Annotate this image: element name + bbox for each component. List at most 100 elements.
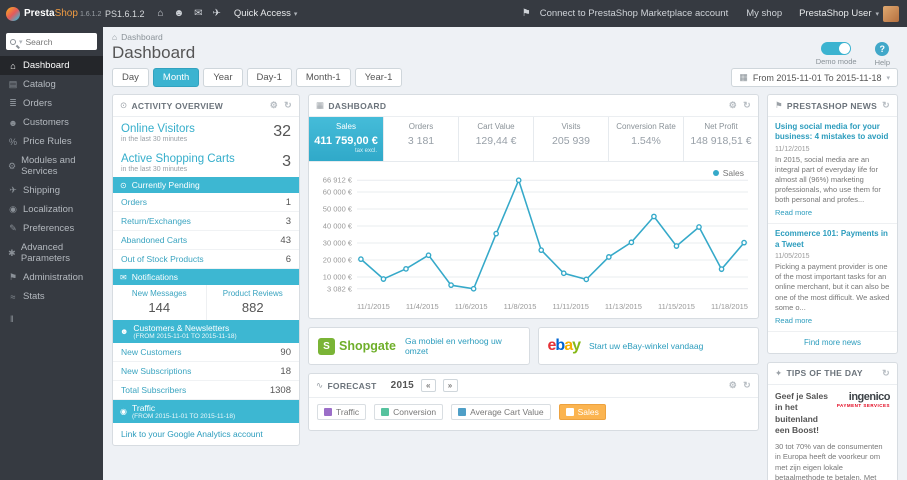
kpi-visits[interactable]: Visits 205 939 xyxy=(534,117,609,161)
sidebar-item-administration[interactable]: ⚑ Administration xyxy=(0,268,103,287)
metric-average-cart-value[interactable]: Average Cart Value xyxy=(451,404,551,420)
user-menu[interactable]: PrestaShop User ▾ xyxy=(799,5,899,22)
refresh-icon[interactable]: ↻ xyxy=(882,100,890,111)
y-tick: 40 000 € xyxy=(322,221,352,231)
sidebar-item-stats[interactable]: ≈ Stats xyxy=(0,287,103,306)
product-reviews-cell[interactable]: Product Reviews 882 xyxy=(205,285,300,320)
metric-sales[interactable]: Sales xyxy=(558,404,606,420)
home-icon: ⌂ xyxy=(10,60,16,71)
shopgate-logo: S Shopgate xyxy=(318,337,396,355)
kpi-net-profit[interactable]: Net Profit 148 918,51 € xyxy=(684,117,758,161)
ebay-module[interactable]: ebay Start uw eBay-winkel vandaag xyxy=(537,327,759,365)
marketplace-link[interactable]: ⚑ Connect to PrestaShop Marketplace acco… xyxy=(517,8,729,19)
sidebar-item-price-rules[interactable]: % Price Rules xyxy=(0,132,103,151)
chevron-down-icon[interactable]: ▾ xyxy=(19,38,23,46)
tab-year-1[interactable]: Year-1 xyxy=(354,68,403,87)
sidebar-item-modules[interactable]: ⚙ Modules and Services xyxy=(0,151,103,181)
page-title: Dashboard xyxy=(112,43,196,62)
kpi-conversion-rate[interactable]: Conversion Rate 1.54% xyxy=(609,117,684,161)
help-button[interactable]: ? Help xyxy=(875,42,890,67)
customers-icon[interactable]: ☻ xyxy=(174,8,185,19)
row-link[interactable]: New Customers xyxy=(121,347,181,357)
prev-year-button[interactable]: « xyxy=(421,379,436,392)
date-range-picker[interactable]: ▦ From 2015-11-01 To 2015-11-18 ▾ xyxy=(731,68,898,87)
read-more-link[interactable]: Read more xyxy=(775,316,890,325)
gear-icon[interactable]: ⚙ xyxy=(729,100,737,111)
refresh-icon[interactable]: ↻ xyxy=(882,368,890,379)
news-column: ⚑ PRESTASHOP NEWS ↻ Using social media f… xyxy=(767,94,898,480)
kpi-sales[interactable]: Sales 411 759,00 € tax excl. xyxy=(309,117,384,161)
sidebar-item-advanced-parameters[interactable]: ✱ Advanced Parameters xyxy=(0,238,103,268)
row-value: 6 xyxy=(285,253,291,265)
sidebar-item-shipping[interactable]: ✈ Shipping xyxy=(0,181,103,200)
refresh-icon[interactable]: ↻ xyxy=(284,100,292,111)
refresh-icon[interactable]: ↻ xyxy=(743,100,751,111)
shopgate-link[interactable]: Ga mobiel en verhoog uw omzet xyxy=(405,336,520,356)
refresh-icon[interactable]: ↻ xyxy=(743,380,751,391)
kpi-cart-value[interactable]: Cart Value 129,44 € xyxy=(459,117,534,161)
row-link[interactable]: Orders xyxy=(121,197,147,207)
sidebar-item-dashboard[interactable]: ⌂ Dashboard xyxy=(0,56,103,75)
online-visitors-link[interactable]: Online Visitors xyxy=(121,123,273,135)
shopgate-module[interactable]: S Shopgate Ga mobiel en verhoog uw omzet xyxy=(308,327,530,365)
online-visitors-stat: Online Visitors in the last 30 minutes 3… xyxy=(113,117,299,147)
my-shop-link[interactable]: My shop xyxy=(746,8,782,19)
find-more-news-link[interactable]: Find more news xyxy=(768,332,897,353)
sidebar-item-orders[interactable]: ≣ Orders xyxy=(0,94,103,113)
kpi-orders[interactable]: Orders 3 181 xyxy=(384,117,459,161)
demo-mode-toggle[interactable]: Demo mode xyxy=(816,42,857,67)
tab-month-1[interactable]: Month-1 xyxy=(295,68,351,87)
row-link[interactable]: Total Subscribers xyxy=(121,385,186,395)
row-link[interactable]: Out of Stock Products xyxy=(121,254,204,264)
news-body: In 2015, social media are an integral pa… xyxy=(775,154,881,205)
new-messages-cell[interactable]: New Messages 144 xyxy=(113,285,206,320)
next-year-button[interactable]: » xyxy=(442,379,458,392)
news-date: 11/12/2015 xyxy=(775,145,810,153)
plane-icon[interactable]: ✈ xyxy=(213,8,221,19)
tab-day[interactable]: Day xyxy=(112,68,149,87)
google-analytics-link[interactable]: Link to your Google Analytics account xyxy=(113,423,299,445)
y-tick: 20 000 € xyxy=(322,255,352,265)
row-link[interactable]: Return/Exchanges xyxy=(121,216,191,226)
toggle-switch[interactable] xyxy=(821,42,852,55)
tab-day-1[interactable]: Day-1 xyxy=(246,68,292,87)
sidebar-item-catalog[interactable]: ▤ Catalog xyxy=(0,75,103,94)
gear-icon[interactable]: ⚙ xyxy=(729,380,737,391)
tips-text: 30 tot 70% van de consumenten in Europa … xyxy=(775,441,883,480)
x-tick: 11/1/2015 xyxy=(357,302,390,311)
shop-icon[interactable]: ⌂ xyxy=(158,8,164,19)
brand[interactable]: PrestaShop 1.6.1.2 xyxy=(0,6,103,21)
metric-conversion[interactable]: Conversion xyxy=(374,404,444,420)
news-title-link[interactable]: Using social media for your business: 4 … xyxy=(775,122,890,143)
quick-access-menu[interactable]: Quick Access ▾ xyxy=(234,8,298,19)
sidebar-search[interactable]: ▾ xyxy=(6,33,97,50)
sidebar-item-preferences[interactable]: ✎ Preferences xyxy=(0,219,103,238)
gear-icon[interactable]: ⚙ xyxy=(270,100,278,111)
kpi-label: Sales xyxy=(335,122,356,131)
sidebar: ▾ ⌂ Dashboard ▤ Catalog ≣ Orders ☻ Customers… xyxy=(0,27,103,480)
messages-icon[interactable]: ✉ xyxy=(194,8,202,19)
chart-x-axis: 11/1/2015 11/4/2015 11/6/2015 11/8/2015 … xyxy=(357,300,748,318)
metric-traffic[interactable]: Traffic xyxy=(317,404,367,420)
tab-year[interactable]: Year xyxy=(203,68,243,87)
row-link[interactable]: Abandoned Carts xyxy=(121,235,187,245)
section-title: Notifications xyxy=(131,272,179,282)
clock-icon: ⊙ xyxy=(120,100,128,110)
kpi-value: 1.54% xyxy=(631,135,661,147)
search-input[interactable] xyxy=(25,36,93,47)
sidebar-item-localization[interactable]: ◉ Localization xyxy=(0,200,103,219)
ebay-link[interactable]: Start uw eBay-winkel vandaag xyxy=(589,341,703,351)
x-tick: 11/6/2015 xyxy=(454,302,488,311)
read-more-link[interactable]: Read more xyxy=(775,208,890,217)
row-link[interactable]: New Subscriptions xyxy=(121,366,191,376)
sidebar-collapse-button[interactable]: ‖ xyxy=(0,306,103,332)
active-carts-link[interactable]: Active Shopping Carts xyxy=(121,153,282,165)
ebay-letter: y xyxy=(572,337,581,354)
news-title-link[interactable]: Ecommerce 101: Payments in a Tweet xyxy=(775,229,890,250)
notifications-cells: New Messages 144 Product Reviews 882 xyxy=(113,285,299,320)
row-value: 3 xyxy=(285,215,291,227)
sidebar-item-customers[interactable]: ☻ Customers xyxy=(0,113,103,132)
kpi-label: Orders xyxy=(408,122,434,131)
tab-month[interactable]: Month xyxy=(152,68,200,87)
chart-legend[interactable]: Sales xyxy=(712,168,744,178)
